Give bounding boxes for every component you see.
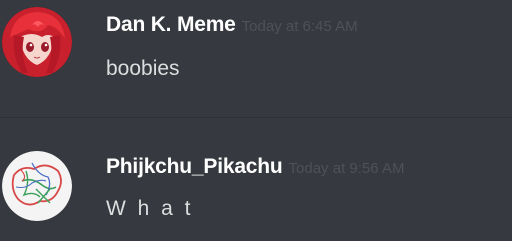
message-header: Dan K. Meme Today at 6:45 AM (106, 13, 358, 37)
user-avatar[interactable] (2, 151, 72, 221)
anime-red-hair-avatar-icon (2, 7, 72, 77)
message-content: boobies (106, 57, 180, 80)
message-header: Phijkchu_Pikachu Today at 9:56 AM (106, 155, 404, 179)
timestamp: Today at 9:56 AM (288, 160, 405, 177)
timestamp: Today at 6:45 AM (241, 18, 358, 35)
username[interactable]: Phijkchu_Pikachu (106, 155, 283, 178)
message-content: W h a t (106, 197, 194, 220)
user-avatar[interactable] (2, 7, 72, 77)
message-divider (0, 117, 512, 118)
chat-messages: Dan K. Meme Today at 6:45 AM boobies Phij… (0, 0, 512, 241)
username[interactable]: Dan K. Meme (106, 13, 236, 36)
message-group: Phijkchu_Pikachu Today at 9:56 AM W h a t (0, 119, 512, 241)
message-group: Dan K. Meme Today at 6:45 AM boobies (0, 0, 512, 118)
map-sketch-avatar-icon (2, 151, 72, 221)
